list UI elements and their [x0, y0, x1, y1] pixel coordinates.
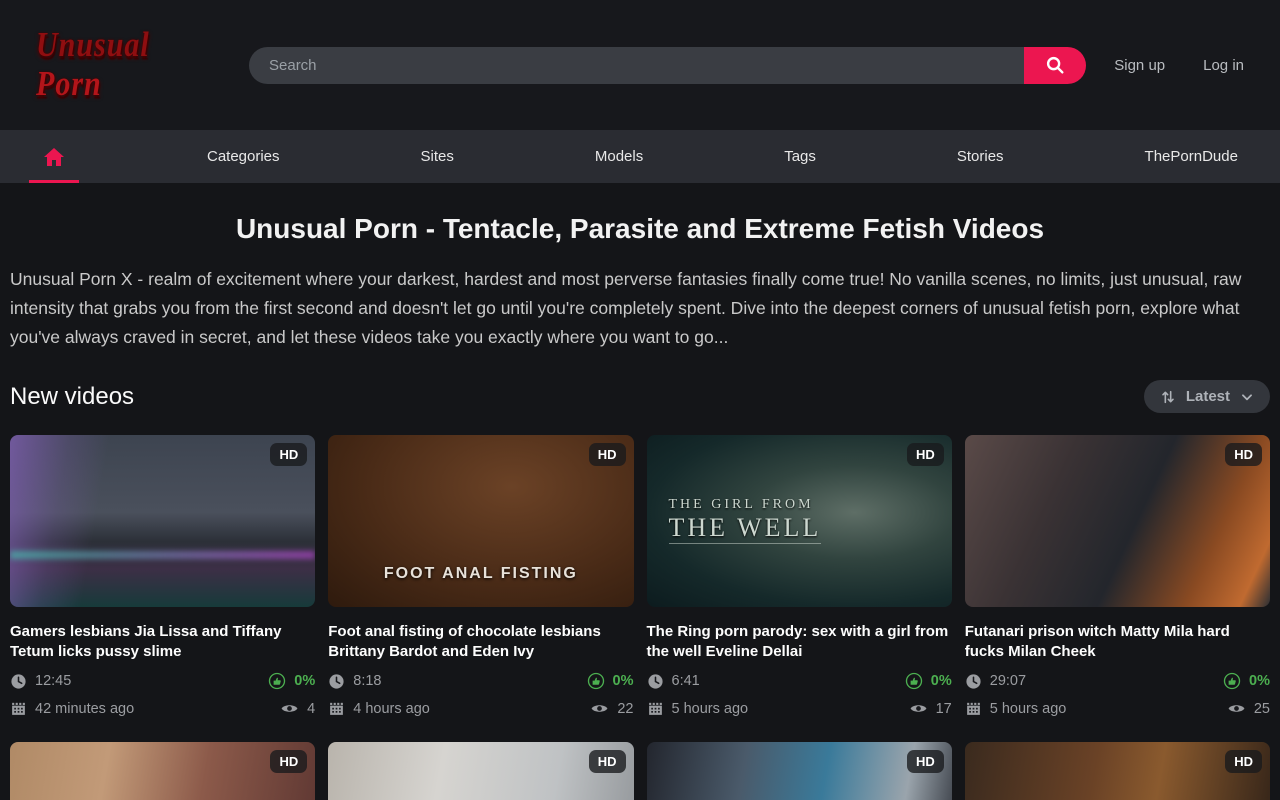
chevron-down-icon: [1240, 390, 1254, 404]
nav-item-theporndude[interactable]: ThePornDude: [1119, 130, 1264, 183]
hd-badge: HD: [907, 750, 944, 773]
clock-icon: [328, 673, 345, 690]
age-stat: 4 hours ago: [328, 700, 430, 717]
eye-icon: [909, 699, 928, 718]
main-nav: Categories Sites Models Tags Stories The…: [0, 130, 1280, 183]
views-stat: 22: [590, 699, 633, 718]
thumbnail-caption: FOOT ANAL FISTING: [328, 565, 633, 583]
age-stat: 5 hours ago: [965, 700, 1067, 717]
video-card[interactable]: HD Gamers lesbians Jia Lissa and Tiffany…: [10, 435, 315, 718]
rating-stat: 0%: [268, 672, 315, 690]
clock-icon: [647, 673, 664, 690]
hd-badge: HD: [589, 750, 626, 773]
site-logo[interactable]: Unusual Porn: [36, 26, 221, 104]
logo-text: Unusual: [36, 26, 150, 64]
auth-links: Sign up Log in: [1114, 57, 1244, 74]
video-thumbnail[interactable]: HD: [328, 742, 633, 800]
poster-text: THE GIRL FROM THE WELL: [669, 497, 822, 544]
page-description: Unusual Porn X - realm of excitement whe…: [10, 265, 1270, 352]
calendar-icon: [328, 700, 345, 717]
video-card[interactable]: HD: [10, 742, 315, 800]
search-icon: [1044, 54, 1066, 76]
video-card[interactable]: FOOT ANAL FISTING HD Foot anal fisting o…: [328, 435, 633, 718]
thumbs-up-icon: [587, 672, 605, 690]
nav-item-sites[interactable]: Sites: [395, 130, 480, 183]
sort-dropdown[interactable]: Latest: [1144, 380, 1270, 413]
thumbs-up-icon: [1223, 672, 1241, 690]
video-stats: 12:45 0% 42 minutes ago: [10, 672, 315, 718]
rating-stat: 0%: [905, 672, 952, 690]
age-stat: 5 hours ago: [647, 700, 749, 717]
age-stat: 42 minutes ago: [10, 700, 134, 717]
section-header: New videos Latest: [10, 380, 1270, 413]
clock-icon: [10, 673, 27, 690]
search-input[interactable]: [249, 47, 1024, 84]
header: Unusual Porn Sign up Log in: [0, 0, 1280, 130]
video-thumbnail[interactable]: HD: [965, 435, 1270, 607]
hd-badge: HD: [270, 443, 307, 466]
home-icon: [42, 145, 66, 169]
eye-icon: [280, 699, 299, 718]
nav-item-models[interactable]: Models: [569, 130, 669, 183]
hd-badge: HD: [1225, 443, 1262, 466]
video-thumbnail[interactable]: HD: [10, 742, 315, 800]
rating-stat: 0%: [587, 672, 634, 690]
video-title[interactable]: The Ring porn parody: sex with a girl fr…: [647, 622, 952, 662]
video-thumbnail[interactable]: THE GIRL FROM THE WELL 4K HD: [647, 435, 952, 607]
video-thumbnail[interactable]: HD: [965, 742, 1270, 800]
video-grid-next-row: HD HD HD HD: [10, 742, 1270, 800]
video-grid: HD Gamers lesbians Jia Lissa and Tiffany…: [10, 435, 1270, 718]
video-thumbnail[interactable]: HD: [10, 435, 315, 607]
hd-badge: HD: [907, 443, 944, 466]
signup-link[interactable]: Sign up: [1114, 57, 1165, 74]
duration-stat: 8:18: [328, 673, 381, 690]
duration-stat: 29:07: [965, 673, 1026, 690]
clock-icon: [965, 673, 982, 690]
video-card[interactable]: HD: [647, 742, 952, 800]
video-card[interactable]: HD: [965, 742, 1270, 800]
nav-item-tags[interactable]: Tags: [758, 130, 842, 183]
nav-item-categories[interactable]: Categories: [181, 130, 306, 183]
page-title: Unusual Porn - Tentacle, Parasite and Ex…: [0, 213, 1280, 245]
sort-label: Latest: [1186, 388, 1230, 405]
video-stats: 8:18 0% 4 hours ago: [328, 672, 633, 718]
section-heading: New videos: [10, 383, 134, 411]
duration-stat: 12:45: [10, 673, 71, 690]
login-link[interactable]: Log in: [1203, 57, 1244, 74]
video-title[interactable]: Foot anal fisting of chocolate lesbians …: [328, 622, 633, 662]
search-bar: [249, 47, 1086, 84]
hd-badge: HD: [270, 750, 307, 773]
views-stat: 25: [1227, 699, 1270, 718]
hd-badge: HD: [1225, 750, 1262, 773]
views-stat: 4: [280, 699, 315, 718]
eye-icon: [590, 699, 609, 718]
rating-stat: 0%: [1223, 672, 1270, 690]
video-card[interactable]: HD: [328, 742, 633, 800]
hd-badge: HD: [589, 443, 626, 466]
eye-icon: [1227, 699, 1246, 718]
logo-text-2: Porn: [36, 65, 102, 103]
video-stats: 29:07 0% 5 hours ago: [965, 672, 1270, 718]
nav-item-stories[interactable]: Stories: [931, 130, 1030, 183]
calendar-icon: [965, 700, 982, 717]
video-thumbnail[interactable]: FOOT ANAL FISTING HD: [328, 435, 633, 607]
thumbs-up-icon: [905, 672, 923, 690]
video-title[interactable]: Gamers lesbians Jia Lissa and Tiffany Te…: [10, 622, 315, 662]
duration-stat: 6:41: [647, 673, 700, 690]
calendar-icon: [10, 700, 27, 717]
video-card[interactable]: THE GIRL FROM THE WELL 4K HD The Ring po…: [647, 435, 952, 718]
nav-item-home[interactable]: [16, 130, 92, 183]
video-thumbnail[interactable]: HD: [647, 742, 952, 800]
video-stats: 6:41 0% 5 hours ago: [647, 672, 952, 718]
sort-arrows-icon: [1160, 389, 1176, 405]
thumbs-up-icon: [268, 672, 286, 690]
video-title[interactable]: Futanari prison witch Matty Mila hard fu…: [965, 622, 1270, 662]
search-button[interactable]: [1024, 47, 1086, 84]
video-card[interactable]: HD Futanari prison witch Matty Mila hard…: [965, 435, 1270, 718]
views-stat: 17: [909, 699, 952, 718]
calendar-icon: [647, 700, 664, 717]
